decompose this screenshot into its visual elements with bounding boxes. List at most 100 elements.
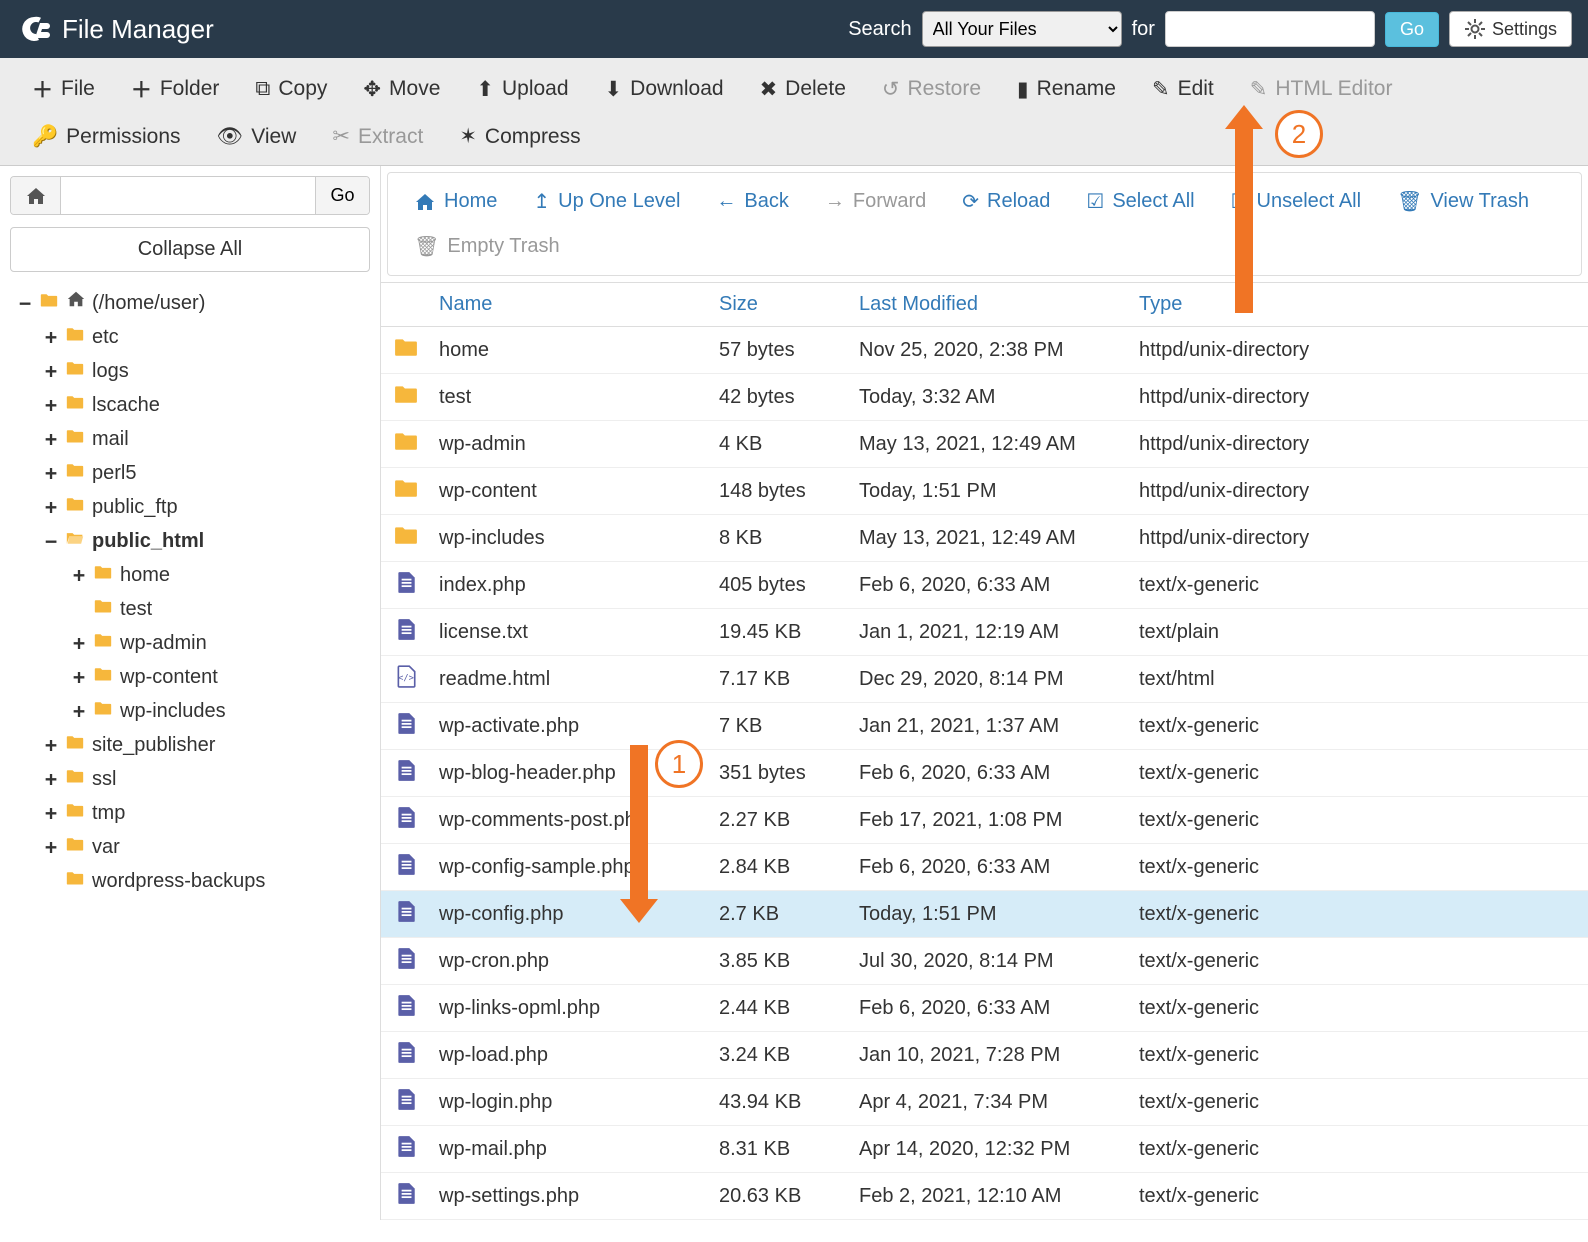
table-row[interactable]: wp-admin4 KBMay 13, 2021, 12:49 AMhttpd/… <box>381 421 1588 468</box>
toolbar-file[interactable]: ＋File <box>14 64 113 114</box>
tree-toggle[interactable]: + <box>44 388 58 422</box>
tree-toggle[interactable]: + <box>44 762 58 796</box>
tree-node-wp-content[interactable]: +wp-content <box>72 660 370 694</box>
tree-toggle[interactable]: + <box>72 694 86 728</box>
tree-label: site_publisher <box>92 728 215 762</box>
table-row[interactable]: wp-config.php2.7 KBToday, 1:51 PMtext/x-… <box>381 891 1588 938</box>
tree-node-ssl[interactable]: +ssl <box>44 762 370 796</box>
tree-toggle[interactable]: + <box>72 626 86 660</box>
toolbar-edit[interactable]: ✎Edit <box>1134 67 1232 112</box>
tree-node-wp-admin[interactable]: +wp-admin <box>72 626 370 660</box>
table-row[interactable]: wp-includes8 KBMay 13, 2021, 12:49 AMhtt… <box>381 515 1588 562</box>
toolbar-download[interactable]: ⬇Download <box>587 67 742 112</box>
table-row[interactable]: wp-mail.php8.31 KBApr 14, 2020, 12:32 PM… <box>381 1126 1588 1173</box>
tree-toggle[interactable]: + <box>72 558 86 592</box>
cell-name: wp-settings.php <box>431 1173 711 1220</box>
toolbar-copy[interactable]: ⧉Copy <box>237 67 345 111</box>
table-row[interactable]: license.txt19.45 KBJan 1, 2021, 12:19 AM… <box>381 609 1588 656</box>
table-row[interactable]: test42 bytesToday, 3:32 AMhttpd/unix-dir… <box>381 374 1588 421</box>
table-row[interactable]: wp-cron.php3.85 KBJul 30, 2020, 8:14 PMt… <box>381 938 1588 985</box>
table-row[interactable]: wp-links-opml.php2.44 KBFeb 6, 2020, 6:3… <box>381 985 1588 1032</box>
toolbar-upload[interactable]: ⬆Upload <box>458 67 586 112</box>
tree-toggle[interactable]: + <box>44 490 58 524</box>
cell-size: 42 bytes <box>711 374 851 421</box>
toolbar-view[interactable]: 👁View <box>199 115 315 159</box>
col-size-header[interactable]: Size <box>711 283 851 327</box>
tree-node-perl5[interactable]: +perl5 <box>44 456 370 490</box>
tree-node-wp-includes[interactable]: +wp-includes <box>72 694 370 728</box>
action-reload[interactable]: ⟳Reload <box>944 179 1068 224</box>
go-button[interactable]: Go <box>1385 12 1439 47</box>
toolbar-rename[interactable]: ▮Rename <box>999 67 1134 112</box>
search-scope-select[interactable]: All Your Files <box>922 11 1122 47</box>
table-row[interactable]: wp-settings.php20.63 KBFeb 2, 2021, 12:1… <box>381 1173 1588 1220</box>
toolbar-compress[interactable]: ✶Compress <box>441 114 598 159</box>
collapse-all-button[interactable]: Collapse All <box>10 227 370 272</box>
cell-name: wp-includes <box>431 515 711 562</box>
cell-name: wp-mail.php <box>431 1126 711 1173</box>
tree-node-site-publisher[interactable]: + site_publisher <box>44 728 370 762</box>
tree-node-root[interactable]: − (/home/user) <box>18 286 370 320</box>
tree-node-ph-test[interactable]: test <box>72 592 370 626</box>
tree-node-wordpress-backups[interactable]: wordpress-backups <box>44 864 370 898</box>
tree-node-etc[interactable]: +etc <box>44 320 370 354</box>
action-up[interactable]: ↥Up One Level <box>515 179 698 224</box>
action-home[interactable]: Home <box>396 180 515 223</box>
tree-toggle[interactable]: + <box>44 320 58 354</box>
tree-toggle[interactable]: + <box>44 456 58 490</box>
action-empty-trash[interactable]: 🗑Empty Trash <box>396 224 578 269</box>
tree-node-public-ftp[interactable]: +public_ftp <box>44 490 370 524</box>
table-row[interactable]: wp-activate.php7 KBJan 21, 2021, 1:37 AM… <box>381 703 1588 750</box>
tree-toggle[interactable]: − <box>18 286 32 320</box>
path-input[interactable] <box>61 177 315 214</box>
path-go-button[interactable]: Go <box>315 177 369 214</box>
tree-node-public-html[interactable]: −public_html <box>44 524 370 558</box>
table-row[interactable]: wp-content148 bytesToday, 1:51 PMhttpd/u… <box>381 468 1588 515</box>
row-icon-cell <box>381 938 431 985</box>
table-row[interactable]: wp-blog-header.php351 bytesFeb 6, 2020, … <box>381 750 1588 797</box>
tree-node-tmp[interactable]: +tmp <box>44 796 370 830</box>
col-type-header[interactable]: Type <box>1131 283 1588 327</box>
col-name-header[interactable]: Name <box>431 283 711 327</box>
tree-toggle[interactable]: + <box>44 830 58 864</box>
table-row[interactable]: wp-config-sample.php2.84 KBFeb 6, 2020, … <box>381 844 1588 891</box>
table-row[interactable]: wp-login.php43.94 KBApr 4, 2021, 7:34 PM… <box>381 1079 1588 1126</box>
action-view-trash[interactable]: 🗑View Trash <box>1379 179 1547 224</box>
tree-toggle[interactable]: − <box>44 524 58 558</box>
settings-button[interactable]: Settings <box>1449 11 1572 47</box>
cell-modified: Today, 1:51 PM <box>851 891 1131 938</box>
action-back[interactable]: ←Back <box>698 180 806 223</box>
table-row[interactable]: readme.html7.17 KBDec 29, 2020, 8:14 PMt… <box>381 656 1588 703</box>
table-row[interactable]: wp-comments-post.php2.27 KBFeb 17, 2021,… <box>381 797 1588 844</box>
cell-modified: Apr 14, 2020, 12:32 PM <box>851 1126 1131 1173</box>
tree-toggle[interactable]: + <box>44 422 58 456</box>
table-row[interactable]: wp-load.php3.24 KBJan 10, 2021, 7:28 PMt… <box>381 1032 1588 1079</box>
table-row[interactable]: home57 bytesNov 25, 2020, 2:38 PMhttpd/u… <box>381 327 1588 374</box>
cell-size: 3.24 KB <box>711 1032 851 1079</box>
table-row[interactable]: index.php405 bytesFeb 6, 2020, 6:33 AMte… <box>381 562 1588 609</box>
tree-toggle[interactable]: + <box>72 660 86 694</box>
tree-node-var[interactable]: +var <box>44 830 370 864</box>
tree-toggle[interactable]: + <box>44 354 58 388</box>
tree-node-lscache[interactable]: +lscache <box>44 388 370 422</box>
toolbar-restore[interactable]: ↺Restore <box>864 67 999 112</box>
tree-toggle[interactable]: + <box>44 728 58 762</box>
row-icon-cell <box>381 703 431 750</box>
col-modified-header[interactable]: Last Modified <box>851 283 1131 327</box>
toolbar-permissions[interactable]: 🔑Permissions <box>14 115 199 159</box>
toolbar-delete[interactable]: ✖Delete <box>742 67 864 112</box>
tree-node-logs[interactable]: +logs <box>44 354 370 388</box>
annotation-1 <box>630 745 648 905</box>
tree-toggle[interactable]: + <box>44 796 58 830</box>
action-forward[interactable]: →Forward <box>807 180 944 223</box>
toolbar-folder[interactable]: ＋Folder <box>113 64 238 114</box>
action-select-all[interactable]: ☑Select All <box>1068 179 1212 224</box>
annotation-1-circle: 1 <box>655 740 703 788</box>
tree-node-mail[interactable]: +mail <box>44 422 370 456</box>
toolbar-extract[interactable]: ✂Extract <box>314 114 441 159</box>
search-input[interactable] <box>1165 11 1375 47</box>
toolbar-move[interactable]: ✥Move <box>345 67 458 112</box>
tree-node-ph-home[interactable]: +home <box>72 558 370 592</box>
col-icon-header[interactable] <box>381 283 431 327</box>
home-icon[interactable] <box>11 177 61 214</box>
